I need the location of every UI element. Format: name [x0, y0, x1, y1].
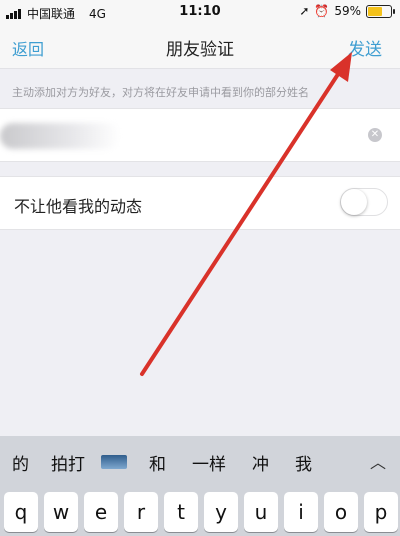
- key-p[interactable]: p: [364, 492, 398, 532]
- key-y[interactable]: y: [204, 492, 238, 532]
- key-q[interactable]: q: [4, 492, 38, 532]
- key-i[interactable]: i: [284, 492, 318, 532]
- wave-emoji-icon[interactable]: [101, 455, 127, 469]
- key-row: q w e r t y u i o p: [4, 492, 398, 532]
- arrow-head: [330, 52, 352, 82]
- candidate-6[interactable]: 我: [289, 450, 318, 475]
- key-r[interactable]: r: [124, 492, 158, 532]
- key-u[interactable]: u: [244, 492, 278, 532]
- key-t[interactable]: t: [164, 492, 198, 532]
- candidate-2[interactable]: 拍打: [45, 450, 91, 475]
- candidate-1[interactable]: 的: [6, 450, 35, 475]
- key-e[interactable]: e: [84, 492, 118, 532]
- arrow-shaft: [140, 60, 348, 376]
- keyboard: 的 拍打 和 一样 冲 我 ︿ q w e r t y u i o p: [0, 436, 400, 536]
- key-w[interactable]: w: [44, 492, 78, 532]
- chevron-up-icon[interactable]: ︿: [370, 449, 386, 473]
- candidate-3[interactable]: 和: [143, 450, 172, 475]
- candidate-bar: 的 拍打 和 一样 冲 我 ︿: [0, 436, 400, 488]
- key-o[interactable]: o: [324, 492, 358, 532]
- candidate-5[interactable]: 冲: [246, 450, 275, 475]
- candidate-4[interactable]: 一样: [186, 450, 232, 475]
